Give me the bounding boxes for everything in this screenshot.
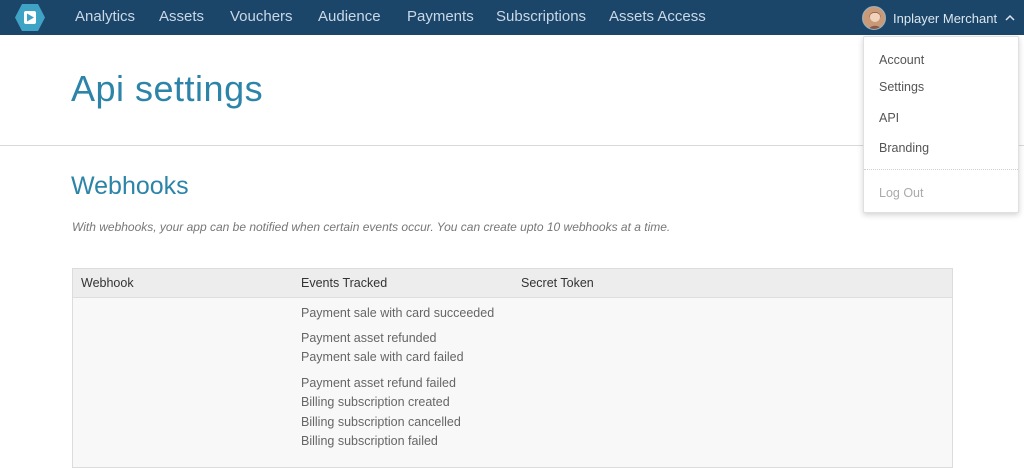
event-item: Billing subscription created — [301, 395, 450, 409]
column-header-secret-token: Secret Token — [521, 276, 594, 290]
column-header-webhook: Webhook — [81, 276, 134, 290]
webhooks-description: With webhooks, your app can be notified … — [72, 220, 671, 234]
page-title: Api settings — [71, 68, 264, 109]
event-item: Payment asset refunded — [301, 331, 437, 345]
inplayer-logo-icon[interactable] — [14, 3, 46, 32]
menu-item-settings[interactable]: Settings — [879, 80, 924, 94]
user-dropdown-menu: Account Settings API Branding Log Out — [863, 36, 1019, 213]
avatar — [862, 6, 886, 30]
nav-item-assets-access[interactable]: Assets Access — [609, 8, 706, 25]
top-navigation-bar: Analytics Assets Vouchers Audience Payme… — [0, 0, 1024, 35]
event-item: Billing subscription cancelled — [301, 415, 461, 429]
event-item: Payment sale with card failed — [301, 350, 464, 364]
webhooks-table: Webhook Events Tracked Secret Token Paym… — [72, 268, 953, 468]
nav-item-analytics[interactable]: Analytics — [75, 8, 135, 25]
event-item: Billing subscription failed — [301, 434, 438, 448]
menu-item-log-out[interactable]: Log Out — [879, 186, 923, 200]
event-item: Payment sale with card succeeded — [301, 306, 495, 320]
menu-item-account[interactable]: Account — [879, 53, 924, 67]
column-header-events-tracked: Events Tracked — [301, 276, 388, 290]
user-avatar-icon — [863, 7, 885, 29]
user-menu-toggle[interactable]: Inplayer Merchant — [862, 4, 1016, 32]
webhooks-section-title: Webhooks — [71, 172, 189, 200]
nav-item-payments[interactable]: Payments — [407, 8, 474, 25]
user-name: Inplayer Merchant — [893, 10, 998, 26]
chevron-up-icon — [1005, 14, 1015, 21]
nav-item-vouchers[interactable]: Vouchers — [230, 8, 293, 25]
event-item: Payment asset refund failed — [301, 376, 456, 390]
menu-divider — [864, 169, 1018, 170]
nav-item-audience[interactable]: Audience — [318, 8, 381, 25]
table-header-row: Webhook Events Tracked Secret Token — [73, 269, 952, 298]
menu-item-api[interactable]: API — [879, 111, 899, 125]
nav-item-subscriptions[interactable]: Subscriptions — [496, 8, 586, 25]
nav-item-assets[interactable]: Assets — [159, 8, 204, 25]
menu-item-branding[interactable]: Branding — [879, 141, 929, 155]
